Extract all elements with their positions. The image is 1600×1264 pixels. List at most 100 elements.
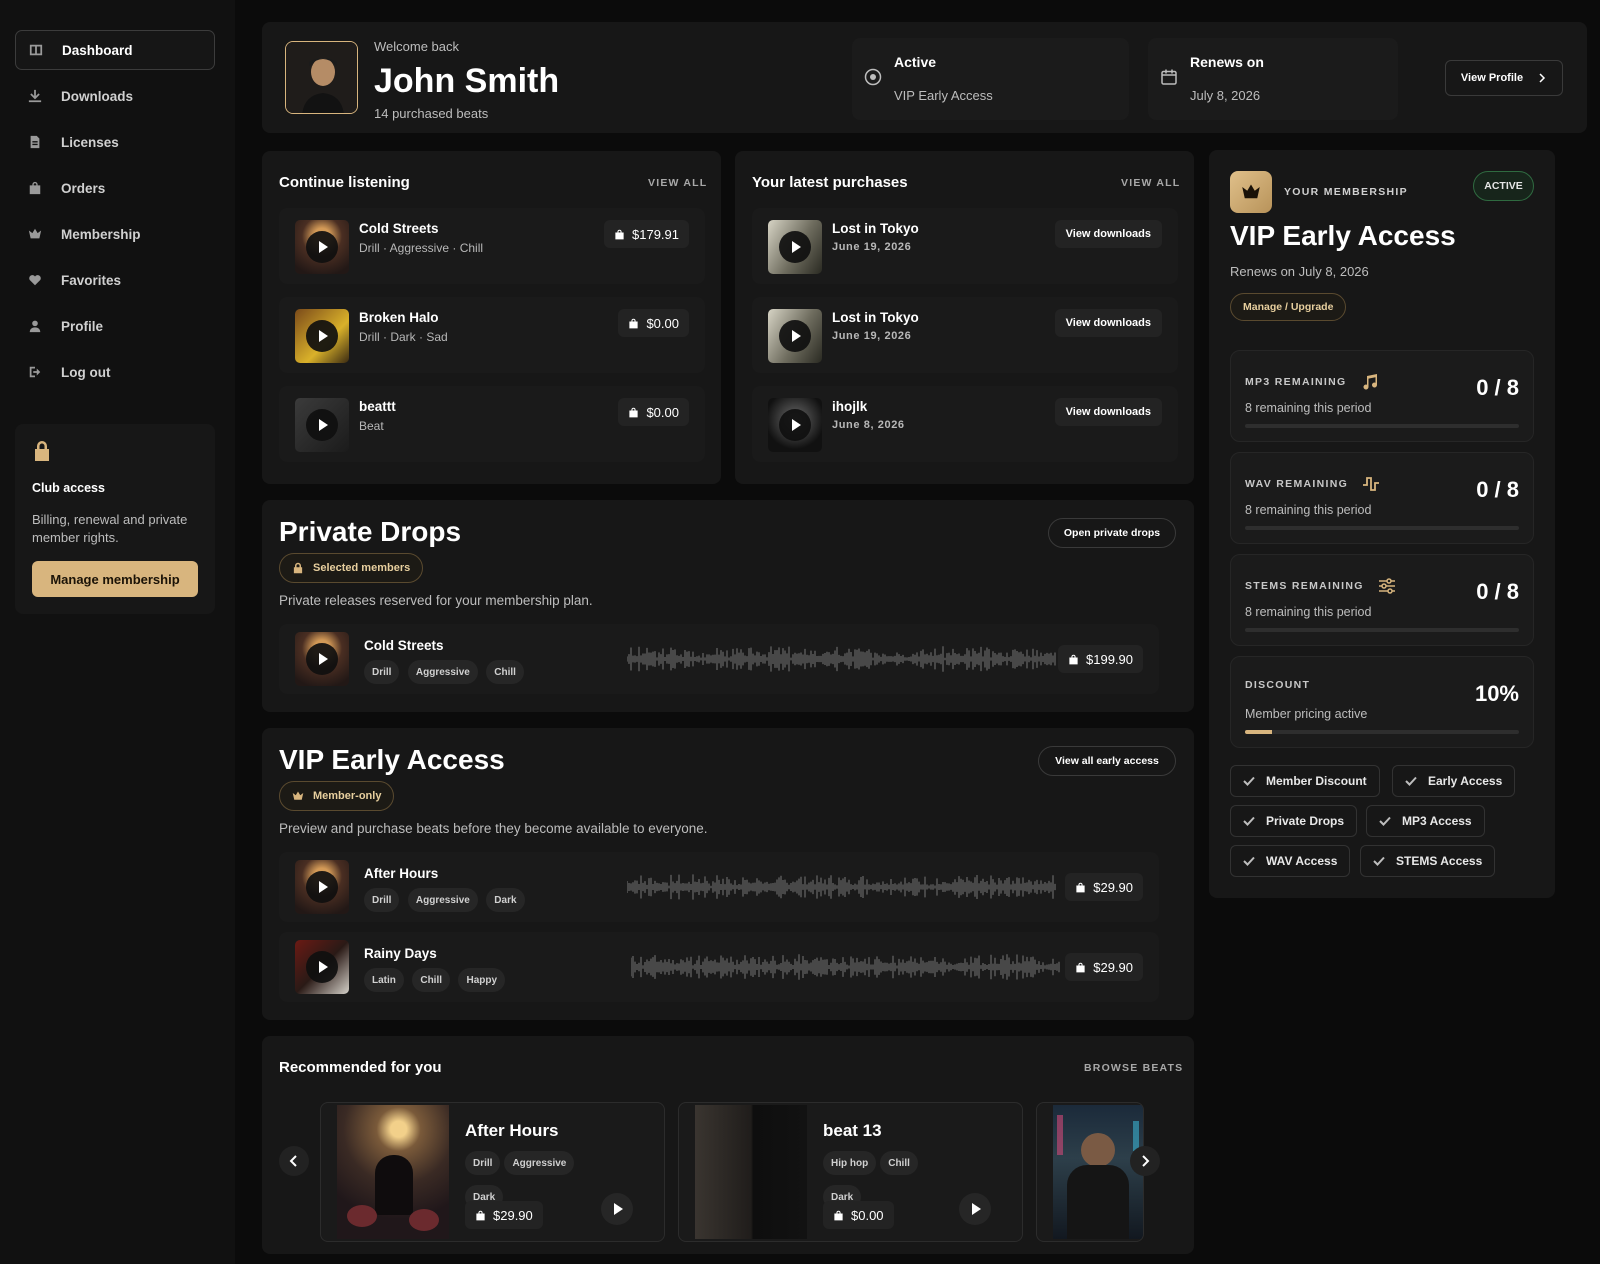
play-button[interactable] — [779, 231, 811, 263]
beat-title: After Hours — [465, 1121, 559, 1140]
tag[interactable]: Aggressive — [504, 1151, 575, 1175]
play-button[interactable] — [306, 231, 338, 263]
sidebar-item-label: Licenses — [61, 134, 119, 150]
sidebar-item-orders[interactable]: Orders — [15, 168, 215, 208]
recommended-title: Recommended for you — [279, 1059, 442, 1076]
price-label: $29.90 — [1093, 959, 1133, 975]
sidebar-item-favorites[interactable]: Favorites — [15, 260, 215, 300]
view-downloads-button[interactable]: View downloads — [1054, 220, 1162, 248]
carousel-prev-button[interactable] — [279, 1146, 309, 1176]
track-row[interactable]: Rainy Days Latin Chill Happy $29.90 — [279, 932, 1159, 1002]
beat-card[interactable] — [1036, 1102, 1144, 1242]
quota-sub: Member pricing active — [1245, 707, 1368, 721]
sidebar-item-membership[interactable]: Membership — [15, 214, 215, 254]
sidebar-item-logout[interactable]: Log out — [15, 352, 215, 392]
sidebar-item-downloads[interactable]: Downloads — [15, 76, 215, 116]
price-button[interactable]: $29.90 — [465, 1201, 543, 1229]
manage-membership-button[interactable]: Manage membership — [32, 561, 198, 597]
sidebar-item-dashboard[interactable]: Dashboard — [15, 30, 215, 70]
check-icon — [1243, 816, 1255, 826]
play-button[interactable] — [779, 409, 811, 441]
waveform[interactable] — [627, 872, 1057, 902]
purchases-view-all-link[interactable]: VIEW ALL — [1121, 177, 1180, 189]
price-label: $0.00 — [851, 1207, 884, 1223]
view-downloads-button[interactable]: View downloads — [1054, 398, 1162, 426]
price-button[interactable]: $0.00 — [618, 398, 689, 426]
play-button[interactable] — [306, 409, 338, 441]
track-row[interactable]: After Hours Drill Aggressive Dark $29.90 — [279, 852, 1159, 922]
play-button[interactable] — [306, 951, 338, 983]
tag[interactable]: Drill — [465, 1151, 501, 1175]
quota-sub: 8 remaining this period — [1245, 605, 1372, 619]
bag-icon — [476, 1210, 485, 1220]
continue-view-all-link[interactable]: VIEW ALL — [648, 177, 707, 189]
quota-card-wav: WAV REMAINING 8 remaining this period 0 … — [1230, 452, 1534, 544]
tag[interactable]: Hip hop — [823, 1151, 877, 1175]
list-item[interactable]: Lost in Tokyo June 19, 2026 View downloa… — [752, 297, 1178, 373]
beat-card[interactable]: beat 13 Hip hop Chill Dark $0.00 — [678, 1102, 1023, 1242]
list-item[interactable]: Cold Streets Drill · Aggressive · Chill … — [279, 208, 705, 284]
quota-progress — [1245, 526, 1519, 530]
profile-header: Welcome back John Smith 14 purchased bea… — [262, 22, 1587, 133]
bag-icon — [629, 318, 639, 328]
private-drops-description: Private releases reserved for your membe… — [279, 593, 593, 608]
tag[interactable]: Aggressive — [407, 660, 478, 684]
play-button[interactable] — [601, 1193, 633, 1225]
open-private-drops-button[interactable]: Open private drops — [1048, 518, 1176, 548]
list-item[interactable]: Broken Halo Drill · Dark · Sad $0.00 — [279, 297, 705, 373]
price-button[interactable]: $29.90 — [1065, 953, 1143, 981]
member-only-badge: Member-only — [279, 781, 395, 811]
avatar — [285, 41, 358, 114]
play-button[interactable] — [306, 320, 338, 352]
view-all-early-access-button[interactable]: View all early access — [1038, 746, 1176, 776]
quota-sub: 8 remaining this period — [1245, 401, 1372, 415]
bag-icon — [834, 1210, 843, 1220]
price-button[interactable]: $179.91 — [604, 220, 689, 248]
perk-label: WAV Access — [1266, 854, 1338, 868]
tag[interactable]: Latin — [364, 968, 404, 992]
waveform[interactable] — [627, 644, 1057, 674]
tag[interactable]: Drill — [364, 660, 400, 684]
waveform-bars — [631, 954, 1060, 980]
quota-label: DISCOUNT — [1245, 679, 1310, 691]
membership-panel: YOUR MEMBERSHIP ACTIVE VIP Early Access … — [1209, 150, 1555, 898]
carousel-next-button[interactable] — [1130, 1146, 1160, 1176]
club-access-card: Club access Billing, renewal and private… — [15, 424, 215, 614]
track-row[interactable]: Cold Streets Drill Aggressive Chill $199… — [279, 624, 1159, 694]
purchase-date: June 8, 2026 — [832, 419, 905, 431]
price-button[interactable]: $0.00 — [618, 309, 689, 337]
tag[interactable]: Chill — [412, 968, 451, 992]
manage-upgrade-button[interactable]: Manage / Upgrade — [1230, 293, 1347, 321]
price-button[interactable]: $0.00 — [823, 1201, 894, 1229]
play-button[interactable] — [779, 320, 811, 352]
price-label: $29.90 — [493, 1207, 533, 1223]
waveform[interactable] — [631, 952, 1061, 982]
list-item[interactable]: Lost in Tokyo June 19, 2026 View downloa… — [752, 208, 1178, 284]
tag[interactable]: Chill — [880, 1151, 918, 1175]
tag[interactable]: Aggressive — [407, 888, 478, 912]
latest-purchases-title: Your latest purchases — [752, 174, 908, 191]
browse-beats-link[interactable]: BROWSE BEATS — [1084, 1062, 1183, 1074]
sidebar-item-label: Log out — [61, 364, 111, 380]
view-profile-button[interactable]: View Profile — [1445, 60, 1563, 96]
list-item[interactable]: ihojlk June 8, 2026 View downloads — [752, 386, 1178, 462]
membership-label: YOUR MEMBERSHIP — [1284, 186, 1408, 198]
sidebar-item-label: Profile — [61, 318, 104, 334]
tag[interactable]: Chill — [486, 660, 524, 684]
play-button[interactable] — [959, 1193, 991, 1225]
view-profile-label: View Profile — [1460, 72, 1524, 84]
tag[interactable]: Happy — [458, 968, 506, 992]
tag[interactable]: Drill — [364, 888, 400, 912]
sidebar-item-profile[interactable]: Profile — [15, 306, 215, 346]
price-button[interactable]: $199.90 — [1058, 645, 1143, 673]
list-item[interactable]: beattt Beat $0.00 — [279, 386, 705, 462]
tag[interactable]: Dark — [486, 888, 525, 912]
beat-card[interactable]: After Hours Drill Aggressive Dark $29.90 — [320, 1102, 665, 1242]
view-downloads-button[interactable]: View downloads — [1054, 309, 1162, 337]
price-button[interactable]: $29.90 — [1065, 873, 1143, 901]
play-button[interactable] — [306, 871, 338, 903]
cover-image — [1053, 1105, 1143, 1239]
play-button[interactable] — [306, 643, 338, 675]
waveform-bars — [627, 646, 1056, 672]
sidebar-item-licenses[interactable]: Licenses — [15, 122, 215, 162]
